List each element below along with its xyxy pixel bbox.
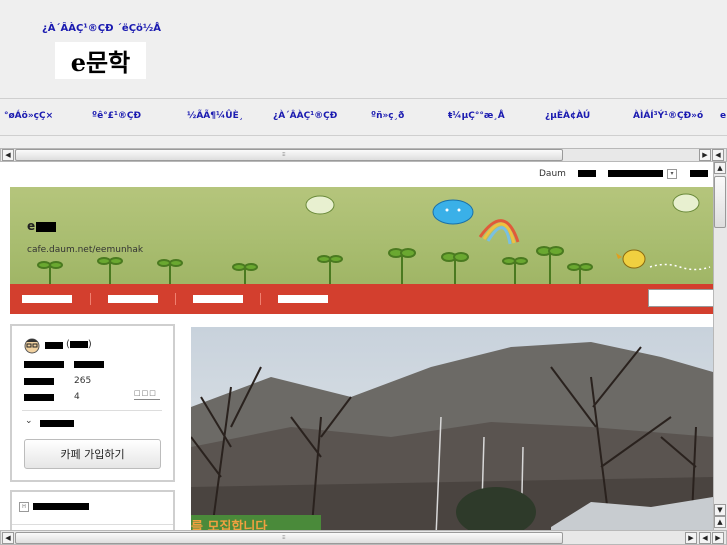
top-nav: °øÁö»çÇ× ºê°£¹®ÇÐ ½ÃÃ¶¼ÛÈ¸ ¿À´ÂÀÇ¹®ÇÐ ºñ… bbox=[0, 98, 727, 136]
cafe-search-box: H bbox=[10, 490, 175, 530]
grip-icon: ⁝⁝⁝ bbox=[282, 151, 286, 158]
invite-link[interactable]: □□□ bbox=[134, 389, 160, 400]
cafe-url[interactable]: cafe.daum.net/eemunhak bbox=[27, 245, 143, 255]
cafe-name-prefix: e bbox=[27, 219, 36, 233]
scroll-left-icon-2[interactable]: ◀ bbox=[699, 532, 711, 544]
cafe-level-label bbox=[24, 361, 64, 368]
cafe-banner: e cafe.daum.net/eemunhak bbox=[10, 187, 713, 287]
scroll-right-icon-2[interactable]: ▶ bbox=[712, 532, 724, 544]
menu-separator bbox=[90, 293, 91, 305]
nav-item-8[interactable]: ÀÌÁÍ³Ý¹®ÇÐ»ó bbox=[633, 111, 703, 121]
menu-item-4[interactable] bbox=[278, 295, 328, 303]
more-info-label[interactable] bbox=[40, 420, 74, 427]
members-label bbox=[24, 378, 54, 385]
nav-item-5[interactable]: ºñ»ç¸ð bbox=[371, 111, 404, 121]
menu-item-2[interactable] bbox=[108, 295, 158, 303]
scroll-up-icon-2[interactable]: ▲ bbox=[714, 516, 726, 528]
scroll-left-icon-2[interactable]: ◀ bbox=[712, 149, 724, 161]
util-link-3[interactable] bbox=[690, 170, 708, 177]
nav-item-1[interactable]: °øÁö»çÇ× bbox=[4, 111, 53, 121]
menu-item-1[interactable] bbox=[22, 295, 72, 303]
menu-separator bbox=[175, 293, 176, 305]
scroll-right-icon[interactable]: ▶ bbox=[685, 532, 697, 544]
landscape-photo bbox=[191, 327, 713, 530]
cafe-name-glyphs bbox=[36, 221, 57, 232]
top-horizontal-scrollbar[interactable]: ◀ ⁝⁝⁝ ▶ ◀ bbox=[0, 148, 727, 162]
nav-item-7[interactable]: ¿µÈÀ¢ÀÚ bbox=[545, 111, 590, 121]
grip-icon: ⁝⁝⁝ bbox=[282, 534, 286, 541]
scroll-left-icon[interactable]: ◀ bbox=[2, 149, 14, 161]
scroll-up-icon[interactable]: ▲ bbox=[714, 162, 726, 174]
nav-item-4[interactable]: ¿À´ÂÀÇ¹®ÇÐ bbox=[273, 111, 337, 121]
manager-name[interactable] bbox=[45, 342, 63, 349]
vertical-scroll-thumb[interactable] bbox=[714, 176, 726, 228]
util-bar: Daum ▾ bbox=[0, 162, 713, 186]
scroll-right-icon[interactable]: ▶ bbox=[699, 149, 711, 161]
util-link-1[interactable] bbox=[578, 170, 596, 177]
nav-item-3[interactable]: ½ÃÃ¶¼ÛÈ¸ bbox=[187, 111, 243, 121]
cafe-name[interactable]: e bbox=[27, 219, 57, 233]
scroll-left-icon[interactable]: ◀ bbox=[2, 532, 14, 544]
menu-separator bbox=[260, 293, 261, 305]
site-logo[interactable]: e문학 bbox=[55, 42, 146, 79]
box-title bbox=[33, 503, 89, 510]
scroll-thumb[interactable] bbox=[15, 149, 563, 161]
chevron-down-icon[interactable]: ▾ bbox=[667, 169, 677, 179]
cafe-level-value bbox=[74, 361, 104, 368]
bottom-horizontal-scrollbar[interactable]: ◀ ⁝⁝⁝ ▶ ◀ ▶ bbox=[0, 530, 727, 545]
cafe-menu-bar bbox=[10, 284, 713, 314]
cafe-info-box: () 265 4 □□□ ⌄ 카페 가입하기 bbox=[10, 324, 175, 482]
visits-label bbox=[24, 394, 54, 401]
cafe-frame: Daum ▾ e cafe.daum.net/eemunhak () 265 … bbox=[0, 162, 713, 530]
avatar-icon bbox=[24, 338, 40, 354]
cafe-search-input[interactable] bbox=[648, 289, 713, 307]
site-header: ¿À´ÂÀÇ¹®ÇÐ ´ëÇö½Å e문학 bbox=[0, 0, 727, 98]
visits-count: 4 bbox=[74, 392, 80, 402]
members-count: 265 bbox=[74, 376, 92, 386]
nav-item-6[interactable]: ŧ¼µÇ°°æ¸Å bbox=[448, 111, 505, 121]
vertical-scrollbar[interactable]: ▲ ▼ ▲ bbox=[713, 162, 727, 530]
nav-item-2[interactable]: ºê°£¹®ÇÐ bbox=[92, 111, 141, 121]
util-link-2[interactable] bbox=[608, 170, 663, 177]
main-photo: 를 모집합니다 bbox=[191, 327, 713, 530]
nav-item-9[interactable]: e bbox=[720, 111, 726, 121]
daum-link[interactable]: Daum bbox=[539, 169, 566, 179]
divider bbox=[12, 524, 173, 525]
chevron-down-icon[interactable]: ⌄ bbox=[25, 416, 33, 426]
divider bbox=[22, 410, 162, 411]
box-icon: H bbox=[19, 502, 29, 512]
join-cafe-button[interactable]: 카페 가입하기 bbox=[24, 439, 161, 469]
site-title: ¿À´ÂÀÇ¹®ÇÐ ´ëÇö½Å bbox=[42, 23, 162, 34]
banner-illustration bbox=[37, 193, 711, 287]
manager-role: () bbox=[66, 339, 92, 350]
scroll-down-icon[interactable]: ▼ bbox=[714, 504, 726, 516]
menu-item-3[interactable] bbox=[193, 295, 243, 303]
bottom-scroll-thumb[interactable] bbox=[15, 532, 563, 544]
photo-banner-text: 를 모집합니다 bbox=[191, 520, 268, 530]
